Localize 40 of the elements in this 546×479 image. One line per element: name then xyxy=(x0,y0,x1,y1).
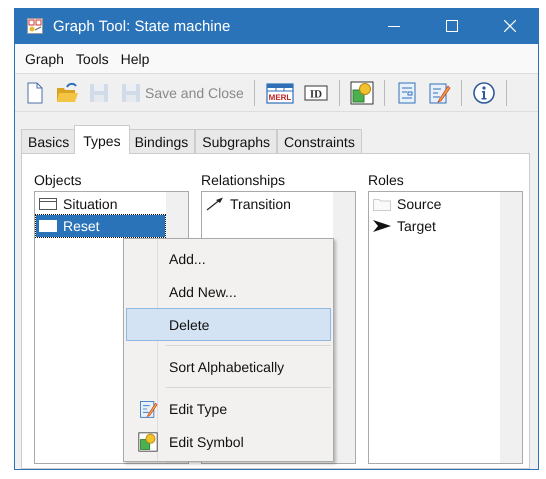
menu-item[interactable]: Edit Symbol xyxy=(126,425,331,458)
list-item[interactable]: Target xyxy=(370,215,499,238)
info-icon[interactable] xyxy=(472,80,496,105)
list-title: Roles xyxy=(368,172,405,188)
menu-item[interactable]: Help xyxy=(114,50,156,67)
form-edit-icon xyxy=(138,398,158,418)
form-edit-icon[interactable] xyxy=(426,80,451,105)
list-title: Relationships xyxy=(201,172,286,188)
scrollbar[interactable] xyxy=(500,192,522,464)
menu-item[interactable]: Sort Alphabetically xyxy=(126,350,331,383)
app-icon xyxy=(27,18,43,34)
shapes-icon[interactable] xyxy=(350,80,374,105)
arrowhead-icon xyxy=(372,219,392,234)
arrow-icon xyxy=(205,197,225,212)
menu-item[interactable]: Add New... xyxy=(126,275,331,308)
scrollbar[interactable] xyxy=(333,192,355,464)
list-item[interactable]: Source xyxy=(370,193,499,216)
menu-item[interactable]: Graph xyxy=(19,50,70,67)
menu-item[interactable]: Tools xyxy=(70,50,115,67)
tab[interactable]: Constraints xyxy=(277,129,362,154)
close-icon[interactable] xyxy=(504,20,516,32)
tab[interactable]: Basics xyxy=(21,129,76,154)
window-title: Graph Tool: State machine xyxy=(53,18,232,34)
list-item[interactable]: Transition xyxy=(203,193,332,216)
folder-icon xyxy=(372,197,392,212)
shapes-icon xyxy=(138,432,158,452)
open-folder-icon[interactable] xyxy=(55,80,79,105)
tab[interactable]: Types xyxy=(74,125,130,154)
tab[interactable]: Bindings xyxy=(128,129,196,154)
maximize-icon[interactable] xyxy=(446,20,458,32)
menu-item[interactable]: Delete xyxy=(126,308,331,341)
menu-item[interactable]: Add... xyxy=(126,242,331,275)
table-icon[interactable]: MERL xyxy=(264,80,295,105)
list-item[interactable]: Reset xyxy=(36,215,165,238)
tab[interactable]: Subgraphs xyxy=(195,129,278,154)
list-title: Objects xyxy=(34,172,82,188)
menu-item[interactable]: Edit Type xyxy=(126,392,331,425)
box-icon xyxy=(38,219,58,234)
box-icon xyxy=(38,197,58,212)
list-item[interactable]: Situation xyxy=(36,193,165,216)
